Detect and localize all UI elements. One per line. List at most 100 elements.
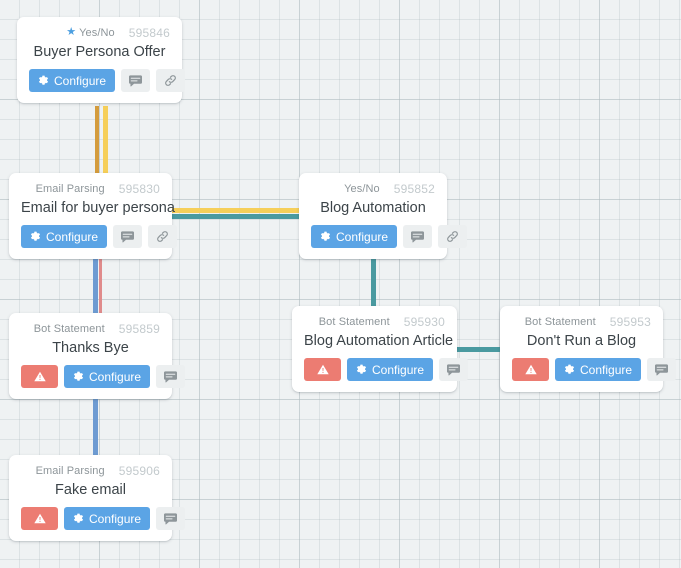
node-header: Bot Statement 595930 — [304, 315, 445, 329]
configure-button[interactable]: Configure — [64, 507, 151, 530]
gear-icon — [356, 364, 367, 375]
node-type-label: Yes/No — [344, 183, 380, 195]
node-title: Blog Automation — [320, 200, 426, 216]
node-type-label: Bot Statement — [33, 323, 105, 335]
node-actions: Configure — [29, 69, 186, 92]
configure-button[interactable]: Configure — [555, 358, 642, 381]
connector-email-to-thanks-red — [99, 258, 102, 314]
configure-button-label: Configure — [54, 73, 107, 88]
node-header: Bot Statement 595859 — [21, 322, 160, 336]
connector-article-to-dont-run-teal — [456, 347, 502, 352]
configure-button[interactable]: Configure — [64, 365, 151, 388]
node-id-label: 595846 — [128, 26, 170, 40]
node-id-label: 595830 — [118, 182, 160, 196]
warning-icon — [316, 364, 329, 375]
node-title: Fake email — [55, 482, 126, 498]
comment-button[interactable] — [403, 225, 433, 248]
link-button[interactable] — [148, 225, 178, 248]
comment-icon — [411, 230, 425, 243]
node-type-label: Bot Statement — [524, 316, 596, 328]
configure-button[interactable]: Configure — [29, 69, 116, 92]
link-icon — [164, 74, 177, 87]
gear-icon — [564, 364, 575, 375]
configure-button-label: Configure — [46, 229, 99, 244]
flow-node[interactable]: Email Parsing 595830 Email for buyer perso… — [9, 173, 178, 259]
gear-icon — [73, 513, 84, 524]
warning-icon — [524, 364, 537, 375]
configure-button-label: Configure — [580, 362, 633, 377]
configure-button-label: Configure — [336, 229, 389, 244]
comment-button[interactable] — [113, 225, 143, 248]
gear-icon — [30, 231, 41, 242]
node-header: Yes/No 595852 — [311, 182, 435, 196]
node-type-label: Yes/No — [79, 27, 115, 39]
gear-icon — [73, 371, 84, 382]
comment-icon — [447, 363, 461, 376]
gear-icon — [38, 75, 49, 86]
node-warning-button[interactable] — [304, 358, 341, 381]
warning-icon — [33, 513, 46, 524]
node-actions: Configure — [21, 507, 186, 530]
node-warning-button[interactable] — [512, 358, 549, 381]
node-title: Thanks Bye — [52, 340, 129, 356]
configure-button[interactable]: Configure — [347, 358, 434, 381]
node-id-label: 595859 — [118, 322, 160, 336]
node-id-label: 595930 — [403, 315, 445, 329]
comment-icon — [129, 74, 143, 87]
gear-icon — [320, 231, 331, 242]
flow-node[interactable]: Bot Statement 595930 Blog Automation Artic… — [292, 306, 469, 392]
comment-button[interactable] — [647, 358, 677, 381]
connector-email-to-blog-teal — [172, 214, 300, 219]
flow-node[interactable]: Bot Statement 595953 Don't Run a Blog Confi… — [500, 306, 677, 392]
node-actions: Configure — [304, 358, 469, 381]
comment-icon — [655, 363, 669, 376]
comment-button[interactable] — [156, 507, 186, 530]
connector-email-to-blog-yellow — [172, 208, 300, 213]
configure-button[interactable]: Configure — [21, 225, 108, 248]
node-id-label: 595906 — [118, 464, 160, 478]
node-actions: Configure — [21, 225, 178, 248]
flow-node[interactable]: Yes/No 595852 Blog Automation Configure — [299, 173, 468, 259]
node-title: Buyer Persona Offer — [33, 44, 166, 60]
connector-email-to-thanks-blue — [93, 258, 98, 314]
link-icon — [446, 230, 459, 243]
node-warning-button[interactable] — [21, 507, 58, 530]
flow-node[interactable]: ★ Yes/No 595846 Buyer Persona Offer Configur… — [17, 17, 186, 103]
node-title: Don't Run a Blog — [526, 333, 637, 349]
link-button[interactable] — [156, 69, 186, 92]
comment-icon — [164, 512, 178, 525]
node-actions: Configure — [21, 365, 186, 388]
flow-node[interactable]: Bot Statement 595859 Thanks Bye Configure — [9, 313, 186, 399]
comment-button[interactable] — [439, 358, 469, 381]
comment-button[interactable] — [121, 69, 151, 92]
node-header: ★ Yes/No 595846 — [29, 26, 170, 40]
flow-canvas[interactable]: ★ Yes/No 595846 Buyer Persona Offer Configur… — [0, 0, 681, 568]
node-header: Bot Statement 595953 — [512, 315, 651, 329]
connector-buyer-offer-to-email-yellow — [103, 106, 108, 174]
node-actions: Configure — [512, 358, 677, 381]
node-header: Email Parsing 595906 — [21, 464, 160, 478]
node-actions: Configure — [311, 225, 468, 248]
star-icon: ★ — [66, 25, 77, 38]
comment-icon — [164, 370, 178, 383]
link-button[interactable] — [438, 225, 468, 248]
connector-buyer-offer-to-email-dark-orange — [95, 106, 99, 174]
flow-node[interactable]: Email Parsing 595906 Fake email Configure — [9, 455, 186, 541]
connector-blog-to-article-teal — [371, 251, 376, 307]
warning-icon — [33, 371, 46, 382]
node-id-label: 595852 — [393, 182, 435, 196]
node-title: Blog Automation Article — [304, 333, 454, 349]
node-warning-button[interactable] — [21, 365, 58, 388]
connector-thanks-to-fake-email-blue — [93, 398, 98, 456]
configure-button-label: Configure — [372, 362, 425, 377]
node-header: Email Parsing 595830 — [21, 182, 160, 196]
comment-button[interactable] — [156, 365, 186, 388]
node-type-label: Email Parsing — [35, 465, 105, 477]
comment-icon — [121, 230, 135, 243]
configure-button-label: Configure — [89, 369, 142, 384]
configure-button[interactable]: Configure — [311, 225, 398, 248]
node-type-label: Bot Statement — [318, 316, 390, 328]
configure-button-label: Configure — [89, 511, 142, 526]
node-title: Email for buyer persona — [21, 200, 175, 216]
node-type-label: Email Parsing — [35, 183, 105, 195]
